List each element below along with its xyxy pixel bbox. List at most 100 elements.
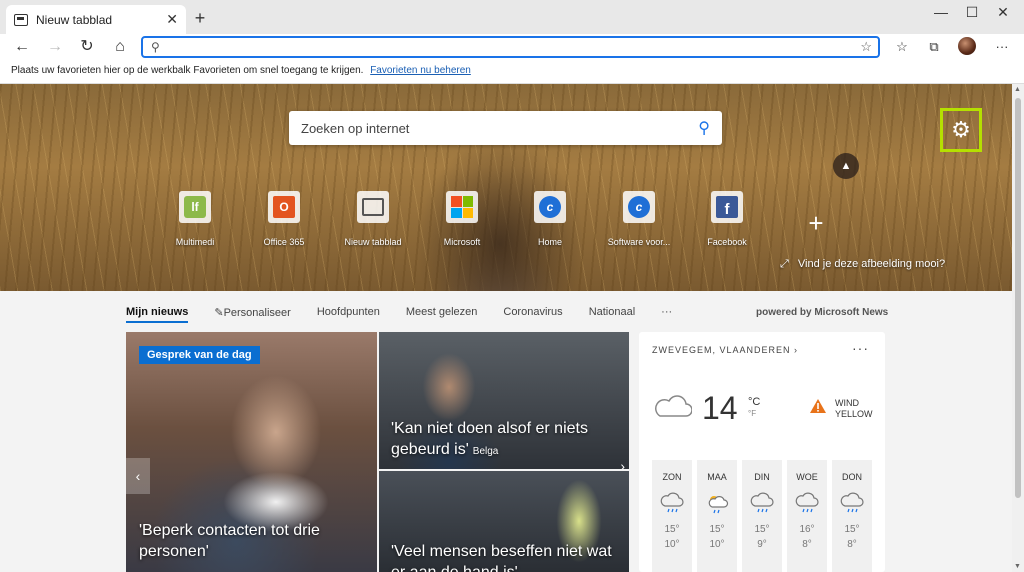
expand-icon: ⤢ [780,258,789,270]
news-source: Belga [472,446,499,457]
forecast-day[interactable]: DIN 15° 9° [742,460,782,572]
forecast-day[interactable]: ZON 15° 10° [652,460,692,572]
toolbar: ← → ↻ ⌂ ⚲ ☆ ☆ ⧉ ··· [0,34,1024,60]
forecast-day[interactable]: DON 15° 8° [832,460,872,572]
quicklink-tile[interactable]: f Facebook [682,191,772,247]
web-search-box[interactable]: ⚲ [289,111,722,145]
quicklink-tile[interactable]: Nieuw tabblad [328,191,418,247]
title-bar: Nieuw tabblad ✕ + — ☐ ✕ [0,0,1024,34]
favorites-icon[interactable]: ☆ [891,37,913,57]
favorites-bar-text: Plaats uw favorieten hier op de werkbalk… [11,65,364,76]
like-image-text: Vind je deze afbeelding mooi? [797,258,946,270]
news-section: Mijn nieuws ✎Personaliseer Hoofdpunten M… [0,291,1012,572]
news-card[interactable]: 'Kan niet doen alsof er niets gebeurd is… [379,332,629,469]
day-name: ZON [662,472,682,482]
new-tab-button[interactable]: + [190,8,210,29]
carousel-prev-button[interactable]: ‹ [126,458,150,494]
quicklink-tile[interactable]: lf Multimedi [150,191,240,247]
quicklink-tile[interactable]: c Home [505,191,595,247]
maximize-button[interactable]: ☐ [957,4,987,21]
back-button[interactable]: ← [11,36,33,58]
favorite-star-icon[interactable]: ☆ [860,39,872,55]
tab-personalize-label: Personaliseer [223,307,291,319]
news-headline: 'Kan niet doen alsof er niets gebeurd is… [391,418,621,462]
software-c-icon: c [623,191,655,223]
search-icon: ⚲ [151,40,160,54]
weather-location-text: ZWEVEGEM, VLAANDEREN [652,345,791,355]
tab-coronavirus[interactable]: Coronavirus [503,306,562,323]
day-name: MAA [707,472,727,482]
scroll-up-icon[interactable]: ▲ [1014,86,1021,93]
quicklink-tile[interactable]: c Software voor... [594,191,684,247]
scroll-down-icon[interactable]: ▼ [1014,563,1021,570]
tab-title: Nieuw tabblad [36,12,113,27]
facebook-icon: f [711,191,743,223]
day-low: 8° [802,539,812,550]
weather-location[interactable]: ZWEVEGEM, VLAANDEREN › [652,345,798,355]
quicklink-label: Nieuw tabblad [344,237,402,247]
carousel-next-button[interactable]: › [620,458,625,469]
tab-personalize[interactable]: ✎Personaliseer [214,306,290,323]
temperature-units[interactable]: °C °F [748,396,760,420]
scrollbar-thumb[interactable] [1015,98,1021,498]
weather-more-button[interactable]: ··· [852,340,869,356]
tab-new-tab[interactable]: Nieuw tabblad ✕ [6,5,186,34]
unit-fahrenheit[interactable]: °F [748,408,760,420]
quicklink-tile[interactable]: O Office 365 [239,191,329,247]
tab-headlines[interactable]: Hoofdpunten [317,306,380,323]
tab-national[interactable]: Nationaal [589,306,635,323]
weather-alert[interactable]: WIND YELLOW [835,398,873,420]
address-input[interactable] [167,40,861,54]
alert-line-1: WIND [835,398,859,408]
favorites-bar: Plaats uw favorieten hier op de werkbalk… [0,60,1024,84]
rain-cloud-icon [652,490,692,518]
unit-celsius[interactable]: °C [748,396,760,408]
quicklink-label: Software voor... [607,237,671,247]
forward-button[interactable]: → [44,36,66,58]
day-high: 16° [799,524,815,535]
news-headline: 'Beperk contacten tot drie personen' [139,522,320,560]
day-low: 8° [847,539,857,550]
manage-favorites-link[interactable]: Favorieten nu beheren [370,65,471,76]
news-card-main[interactable]: Gesprek van de dag ‹ 'Beperk contacten t… [126,332,377,572]
more-tabs-button[interactable]: ··· [661,306,672,323]
page-settings-gear-icon[interactable]: ⚙ [940,108,982,152]
forecast-days: ZON 15° 10° MAA 15° 10° DIN 15° 9° WOE 1… [652,460,877,572]
minimize-button[interactable]: — [926,4,956,20]
tab-my-news[interactable]: Mijn nieuws [126,306,189,323]
home-button[interactable]: ⌂ [109,36,131,58]
quicklink-label: Microsoft [443,237,481,247]
refresh-button[interactable]: ↻ [76,36,98,58]
weather-card[interactable]: ZWEVEGEM, VLAANDEREN › ··· 14 °C °F WIND… [639,332,885,572]
quicklink-tile[interactable]: Microsoft [417,191,507,247]
address-bar[interactable]: ⚲ ☆ [141,36,880,58]
forecast-day[interactable]: WOE 16° 8° [787,460,827,572]
web-search-input[interactable] [301,120,699,136]
hero-background: ⚲ ⚙ ▲ lf Multimedi O Office 365 Nieuw ta… [0,84,1012,291]
settings-menu-button[interactable]: ··· [991,37,1013,57]
vertical-scrollbar[interactable]: ▲ ▼ [1012,84,1024,572]
collections-icon[interactable]: ⧉ [923,37,945,57]
microsoft-icon [446,191,478,223]
newtab-icon [357,191,389,223]
news-card[interactable]: 'Veel mensen beseffen niet wat er aan de… [379,471,629,572]
office-icon: O [268,191,300,223]
collapse-chevron-icon[interactable]: ▲ [833,153,859,179]
close-window-button[interactable]: ✕ [988,4,1018,21]
tab-close-icon[interactable]: ✕ [166,11,178,28]
add-quicklink-button[interactable]: + [803,208,829,239]
forecast-day[interactable]: MAA 15° 10° [697,460,737,572]
tab-most-read[interactable]: Meest gelezen [406,306,478,323]
rain-cloud-icon [787,490,827,518]
day-low: 10° [664,539,680,550]
quicklink-label: Office 365 [263,237,305,247]
current-temperature: 14 [702,390,738,426]
day-low: 9° [757,539,767,550]
day-high: 15° [754,524,770,535]
pencil-icon: ✎ [214,307,224,319]
search-icon[interactable]: ⚲ [698,118,710,138]
alert-line-2: YELLOW [835,409,873,419]
category-badge: Gesprek van de dag [139,346,260,364]
like-image-link[interactable]: ⤢ Vind je deze afbeelding mooi? [780,258,945,271]
profile-avatar[interactable] [958,37,976,55]
